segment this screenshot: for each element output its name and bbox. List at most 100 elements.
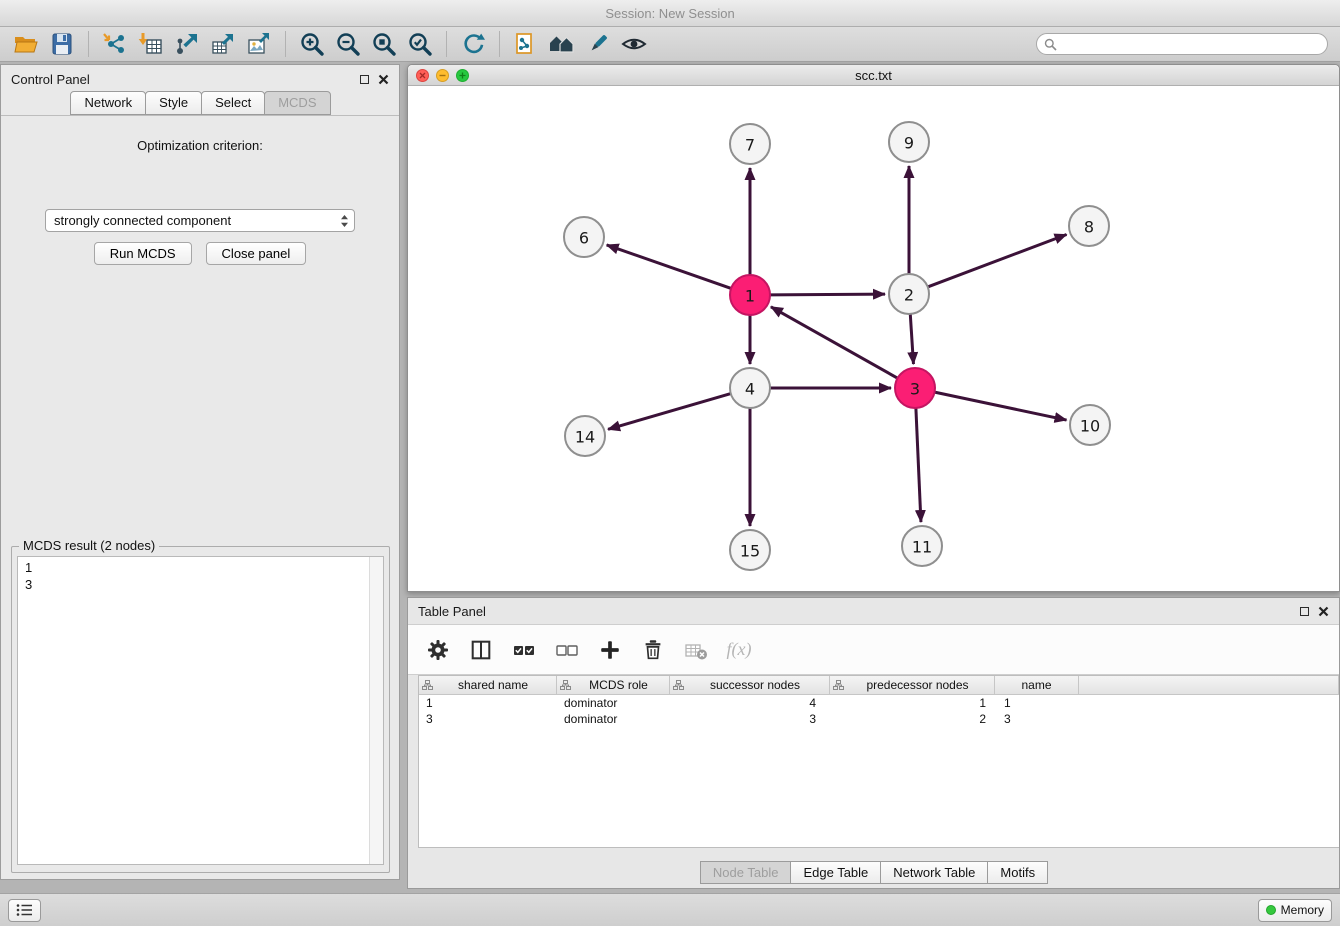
graph-edge-4-14[interactable] — [608, 394, 731, 430]
table-panel-title: Table Panel — [418, 604, 486, 619]
zoom-in-button[interactable] — [294, 29, 330, 59]
graph-edge-3-1[interactable] — [771, 307, 898, 378]
column-header-successor-nodes[interactable]: successor nodes — [670, 676, 830, 694]
cell-successor-nodes[interactable]: 3 — [670, 711, 830, 727]
table-settings-button[interactable] — [423, 635, 453, 665]
table-row[interactable]: 3 dominator 3 2 3 — [419, 711, 1339, 727]
export-network-button[interactable] — [169, 29, 205, 59]
refresh-layout-button[interactable] — [455, 29, 491, 59]
show-panels-button[interactable] — [8, 899, 41, 922]
result-scrollbar[interactable] — [369, 557, 383, 864]
graph-edge-1-6[interactable] — [607, 245, 731, 288]
zoom-out-button[interactable] — [330, 29, 366, 59]
close-window-button[interactable] — [416, 69, 429, 82]
cell-mcds-role[interactable]: dominator — [557, 711, 670, 727]
memory-button[interactable]: Memory — [1258, 899, 1332, 922]
import-table-button[interactable] — [133, 29, 169, 59]
function-builder-button[interactable]: f(x) — [724, 635, 754, 665]
show-columns-button[interactable] — [466, 635, 496, 665]
close-table-panel-icon[interactable] — [1318, 606, 1329, 617]
mcds-result-line: 1 — [25, 559, 376, 576]
run-mcds-button[interactable]: Run MCDS — [94, 242, 192, 265]
export-table-button[interactable] — [205, 29, 241, 59]
delete-table-button[interactable] — [681, 635, 711, 665]
graph-edge-3-11[interactable] — [916, 408, 921, 522]
mcds-result-title: MCDS result (2 nodes) — [19, 538, 159, 553]
delete-column-button[interactable] — [638, 635, 668, 665]
column-header-mcds-role[interactable]: MCDS role — [557, 676, 670, 694]
column-header-name[interactable]: name — [995, 676, 1079, 694]
cell-name[interactable]: 1 — [995, 695, 1079, 711]
tab-network-table[interactable]: Network Table — [880, 861, 988, 884]
cell-mcds-role[interactable]: dominator — [557, 695, 670, 711]
close-panel-button[interactable]: Close panel — [206, 242, 307, 265]
status-bar: Memory — [0, 893, 1340, 926]
cell-predecessor-nodes[interactable]: 2 — [830, 711, 995, 727]
zoom-fit-button[interactable] — [366, 29, 402, 59]
export-image-button[interactable] — [241, 29, 277, 59]
network-canvas[interactable]: 7968124314101511 — [408, 86, 1339, 591]
export-network-icon — [174, 31, 200, 57]
network-view[interactable]: 7968124314101511 — [408, 86, 1339, 591]
cell-shared-name[interactable]: 3 — [419, 711, 557, 727]
save-session-button[interactable] — [44, 29, 80, 59]
zoom-glyph-icon — [459, 72, 466, 79]
minimize-window-button[interactable] — [436, 69, 449, 82]
network-window-title: scc.txt — [855, 68, 892, 83]
minimize-glyph-icon — [439, 72, 446, 79]
home-button[interactable] — [544, 29, 580, 59]
network-window-titlebar[interactable]: scc.txt — [408, 65, 1339, 86]
sort-icon — [560, 680, 571, 690]
create-column-button[interactable] — [595, 635, 625, 665]
control-panel-title: Control Panel — [11, 72, 90, 87]
show-graphics-button[interactable] — [616, 29, 652, 59]
memory-label: Memory — [1281, 903, 1324, 917]
column-header-filler — [1079, 676, 1339, 694]
float-panel-button[interactable] — [360, 75, 369, 84]
column-header-predecessor-nodes[interactable]: predecessor nodes — [830, 676, 995, 694]
column-header-shared-name[interactable]: shared name — [419, 676, 557, 694]
tab-node-table[interactable]: Node Table — [700, 861, 792, 884]
import-network-icon — [102, 31, 128, 57]
graph-edge-2-8[interactable] — [928, 234, 1067, 286]
import-network-button[interactable] — [97, 29, 133, 59]
graph-edge-2-3[interactable] — [910, 314, 913, 364]
tab-select[interactable]: Select — [201, 91, 265, 115]
style-button[interactable] — [580, 29, 616, 59]
sort-icon — [833, 680, 844, 690]
select-all-columns-button[interactable] — [509, 635, 539, 665]
unchecked-boxes-icon — [554, 637, 580, 663]
tab-motifs[interactable]: Motifs — [987, 861, 1048, 884]
graph-node-label: 10 — [1080, 417, 1100, 436]
deselect-all-columns-button[interactable] — [552, 635, 582, 665]
first-neighbors-button[interactable] — [508, 29, 544, 59]
graph-edge-3-10[interactable] — [935, 392, 1067, 420]
table-row[interactable]: 1 dominator 4 1 1 — [419, 695, 1339, 711]
float-table-panel-button[interactable] — [1300, 607, 1309, 616]
tab-network[interactable]: Network — [70, 91, 146, 115]
zoom-window-button[interactable] — [456, 69, 469, 82]
tab-mcds[interactable]: MCDS — [264, 91, 330, 115]
cell-shared-name[interactable]: 1 — [419, 695, 557, 711]
tab-style[interactable]: Style — [145, 91, 202, 115]
tab-edge-table[interactable]: Edge Table — [790, 861, 881, 884]
optimization-criterion-select[interactable]: strongly connected component — [45, 209, 355, 232]
close-panel-icon[interactable] — [378, 74, 389, 85]
mcds-result-area[interactable]: 1 3 — [17, 556, 384, 865]
table-panel-tabs: Node Table Edge Table Network Table Moti… — [408, 861, 1339, 884]
optimization-criterion-label: Optimization criterion: — [1, 138, 399, 153]
graph-node-label: 3 — [910, 380, 920, 399]
graph-edge-1-2[interactable] — [770, 294, 885, 295]
delete-table-icon — [683, 637, 709, 663]
cell-successor-nodes[interactable]: 4 — [670, 695, 830, 711]
open-session-button[interactable] — [8, 29, 44, 59]
cell-name[interactable]: 3 — [995, 711, 1079, 727]
table-toolbar: f(x) — [408, 624, 1339, 675]
search-input[interactable] — [1061, 35, 1327, 53]
main-toolbar — [0, 27, 1340, 62]
sort-icon — [422, 680, 433, 690]
cell-predecessor-nodes[interactable]: 1 — [830, 695, 995, 711]
zoom-selected-button[interactable] — [402, 29, 438, 59]
search-box[interactable] — [1036, 33, 1328, 55]
graph-node-label: 8 — [1084, 218, 1094, 237]
